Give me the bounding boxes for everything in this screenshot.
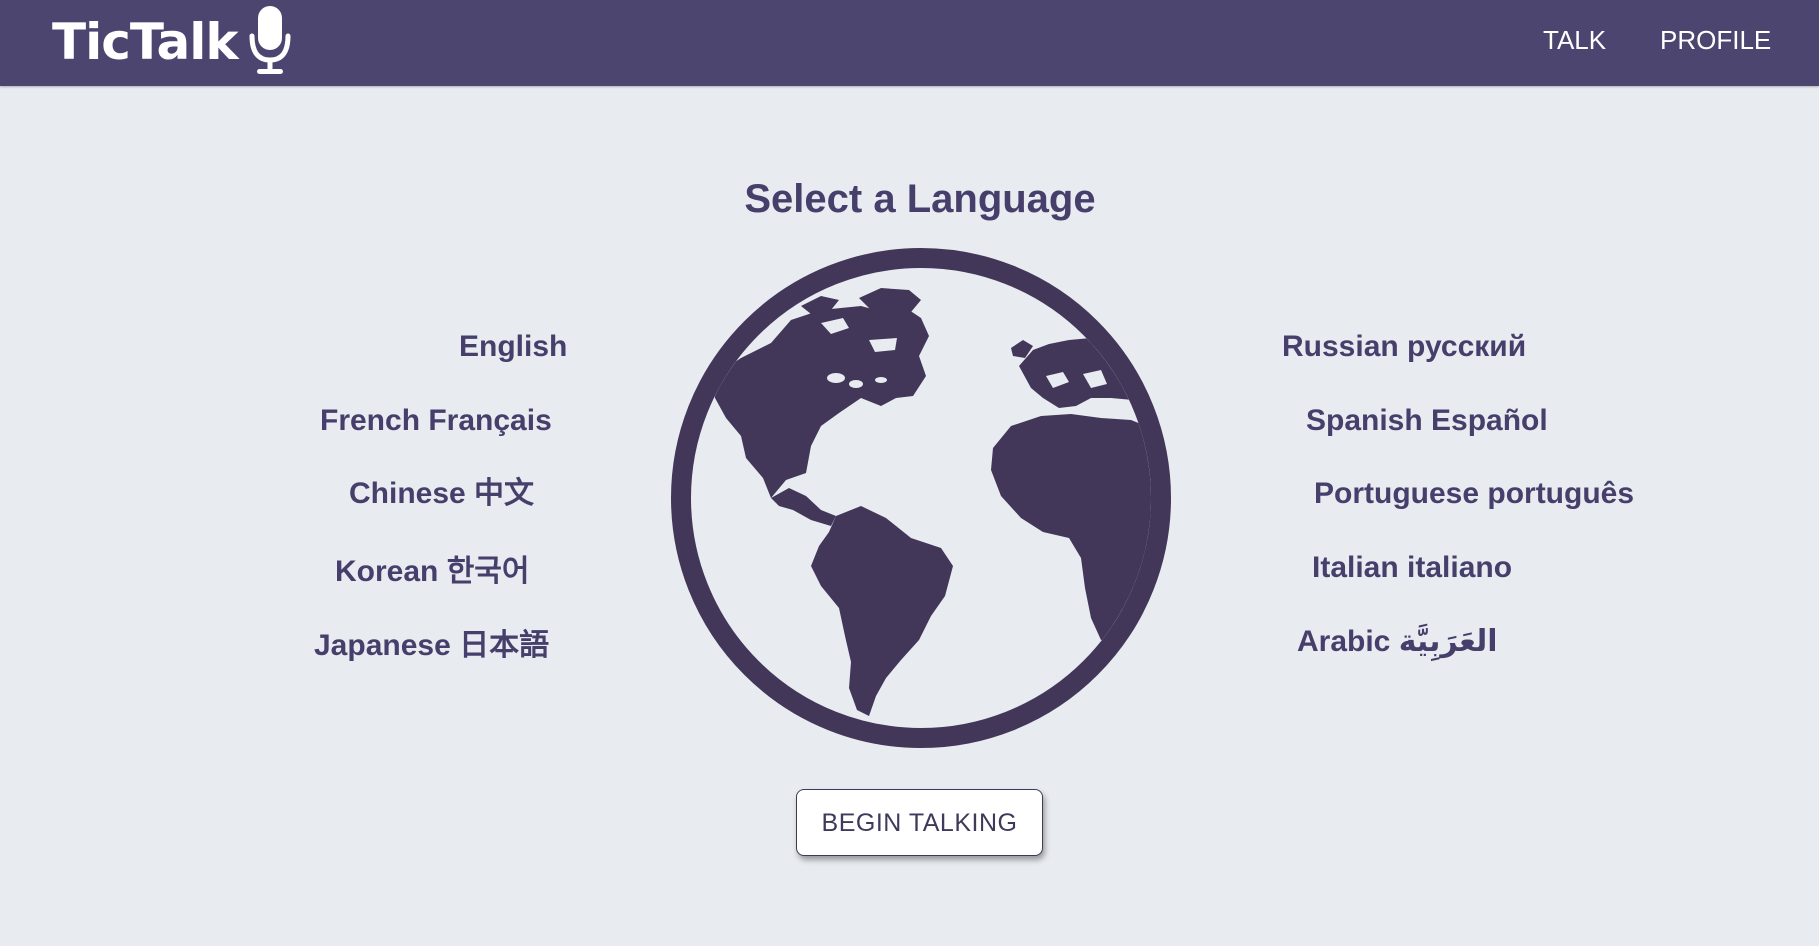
language-option-english[interactable]: English bbox=[459, 329, 567, 365]
top-navbar: TicTalk TALK PROFILE bbox=[0, 0, 1819, 86]
begin-talking-button[interactable]: BEGIN TALKING bbox=[796, 789, 1043, 856]
language-option-arabic[interactable]: Arabic العَرَبِيَّة bbox=[1297, 624, 1498, 660]
nav-profile-link[interactable]: PROFILE bbox=[1660, 24, 1771, 56]
language-option-italian[interactable]: Italian italiano bbox=[1312, 550, 1512, 586]
page-title: Select a Language bbox=[744, 176, 1096, 221]
globe-icon bbox=[671, 248, 1171, 748]
brand-name: TicTalk bbox=[52, 13, 239, 71]
language-option-russian[interactable]: Russian русский bbox=[1282, 329, 1526, 365]
language-option-portuguese[interactable]: Portuguese português bbox=[1314, 476, 1634, 512]
language-option-japanese[interactable]: Japanese 日本語 bbox=[314, 628, 549, 664]
language-option-spanish[interactable]: Spanish Español bbox=[1306, 403, 1548, 439]
language-option-korean[interactable]: Korean 한국어 bbox=[335, 554, 530, 590]
brand-logo[interactable]: TicTalk bbox=[52, 6, 292, 78]
language-option-chinese[interactable]: Chinese 中文 bbox=[349, 476, 534, 512]
microphone-icon bbox=[249, 6, 291, 74]
nav-talk-link[interactable]: TALK bbox=[1543, 24, 1606, 56]
language-option-french[interactable]: French Français bbox=[320, 403, 552, 439]
